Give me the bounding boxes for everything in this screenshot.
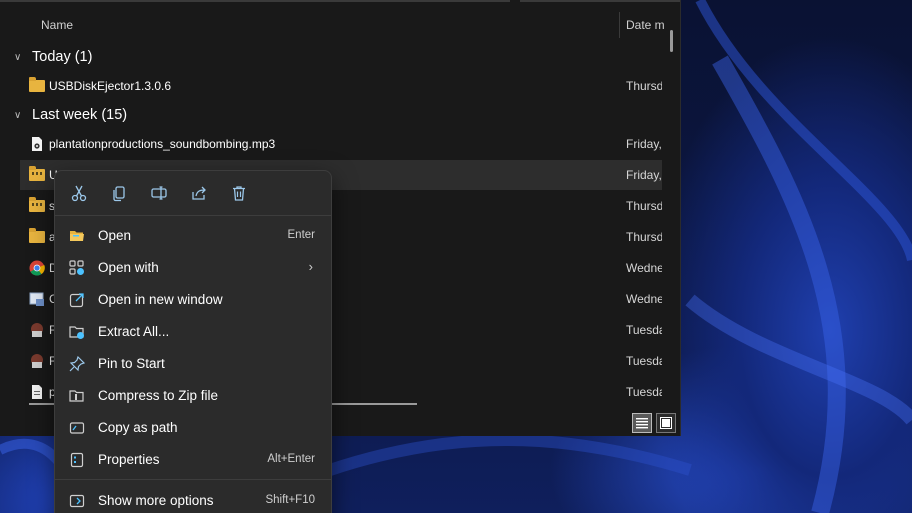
- file-date: Thursd: [626, 79, 662, 93]
- folder-icon: [29, 228, 45, 243]
- file-date: Thursd: [626, 230, 662, 244]
- view-switcher: [632, 413, 676, 433]
- menu-item-copy-as-path[interactable]: Copy as path: [59, 413, 327, 443]
- menu-item-label: Open: [98, 228, 132, 243]
- file-date: Tuesda: [626, 385, 662, 399]
- group-label: Today (1): [32, 49, 93, 65]
- menu-item-label: Compress to Zip file: [98, 388, 219, 403]
- file-name: USBDiskEjector1.3.0.6: [49, 79, 172, 93]
- file-date: Wedne: [626, 261, 662, 275]
- file-name: plantationproductions_soundbombing.mp3: [49, 137, 276, 151]
- zip-folder-icon: [29, 166, 45, 181]
- properties-icon: [70, 452, 84, 468]
- copy-icon: [113, 186, 125, 202]
- column-divider[interactable]: [619, 12, 620, 38]
- share-icon: [192, 186, 206, 200]
- menu-item-properties[interactable]: Properties Alt+Enter: [59, 445, 327, 475]
- chrome-icon: [29, 260, 45, 276]
- chevron-down-icon: ∨: [14, 51, 22, 63]
- file-row[interactable]: plantationproductions_soundbombing.mp3 F…: [20, 129, 662, 159]
- menu-item-shortcut: Shift+F10: [265, 494, 315, 506]
- menu-item-shortcut: Alt+Enter: [267, 453, 315, 465]
- copy-button[interactable]: [107, 181, 131, 205]
- delete-button[interactable]: [227, 181, 251, 205]
- cut-icon: [71, 185, 87, 202]
- installer-icon: [29, 292, 44, 306]
- menu-item-label: Properties: [98, 452, 160, 467]
- more-options-icon: [69, 494, 85, 508]
- file-date: Friday,: [626, 137, 662, 151]
- menu-divider: [55, 215, 331, 216]
- pin-icon: [69, 356, 85, 372]
- copy-path-icon: [69, 422, 85, 434]
- share-button[interactable]: [187, 181, 211, 205]
- folder-icon: [29, 77, 45, 92]
- new-window-icon: [69, 293, 84, 308]
- app-icon: [31, 323, 43, 337]
- menu-item-open[interactable]: Open Enter: [59, 221, 327, 251]
- context-menu: Open Enter Open with › Open in new windo…: [54, 170, 332, 513]
- group-label: Last week (15): [32, 107, 128, 123]
- open-with-icon: [69, 260, 84, 275]
- quick-actions-bar: [55, 171, 331, 215]
- rename-button[interactable]: [147, 181, 171, 205]
- column-header: Name Date m: [0, 8, 670, 42]
- file-date: Thursd: [626, 199, 662, 213]
- file-date: Tuesda: [626, 354, 662, 368]
- rename-icon: [151, 186, 167, 200]
- large-icons-view-icon: [660, 417, 672, 429]
- app-icon: [31, 354, 43, 368]
- menu-item-show-more-options[interactable]: Show more options Shift+F10: [59, 486, 327, 513]
- audio-file-icon: [32, 137, 42, 151]
- menu-item-pin-to-start[interactable]: Pin to Start: [59, 349, 327, 379]
- menu-item-label: Show more options: [98, 493, 214, 508]
- menu-item-extract-all[interactable]: Extract All...: [59, 317, 327, 347]
- file-date: Tuesda: [626, 323, 662, 337]
- details-view-icon: [636, 418, 648, 429]
- submenu-chevron-icon: ›: [308, 259, 313, 274]
- menu-item-label: Open with: [98, 260, 159, 275]
- search-bar-edge: [0, 0, 510, 2]
- group-header-today[interactable]: ∨ Today (1): [14, 45, 92, 69]
- open-folder-icon: [70, 231, 84, 241]
- menu-item-compress-to-zip[interactable]: Compress to Zip file: [59, 381, 327, 411]
- column-name[interactable]: Name: [41, 18, 73, 32]
- document-icon: [32, 385, 42, 399]
- search-box-edge: [520, 0, 680, 2]
- menu-item-label: Copy as path: [98, 420, 178, 435]
- chevron-down-icon: ∨: [14, 109, 22, 121]
- file-date: Wedne: [626, 292, 662, 306]
- menu-item-label: Extract All...: [98, 324, 170, 339]
- file-row[interactable]: USBDiskEjector1.3.0.6 Thursd: [20, 71, 662, 101]
- menu-item-label: Pin to Start: [98, 356, 165, 371]
- zip-folder-icon: [29, 197, 45, 212]
- column-date-modified[interactable]: Date m: [626, 18, 665, 32]
- group-header-last-week[interactable]: ∨ Last week (15): [14, 103, 127, 127]
- menu-item-label: Open in new window: [98, 292, 223, 307]
- delete-icon: [233, 186, 245, 201]
- large-icons-view-button[interactable]: [656, 413, 676, 433]
- file-date: Friday,: [626, 168, 662, 182]
- vertical-scrollbar[interactable]: [670, 30, 673, 52]
- cut-button[interactable]: [67, 181, 91, 205]
- details-view-button[interactable]: [632, 413, 652, 433]
- menu-divider: [55, 479, 331, 480]
- menu-item-open-in-new-window[interactable]: Open in new window: [59, 285, 327, 315]
- menu-item-open-with[interactable]: Open with ›: [59, 253, 327, 283]
- menu-item-shortcut: Enter: [287, 229, 316, 241]
- compress-icon: [69, 390, 84, 402]
- extract-icon: [69, 326, 84, 339]
